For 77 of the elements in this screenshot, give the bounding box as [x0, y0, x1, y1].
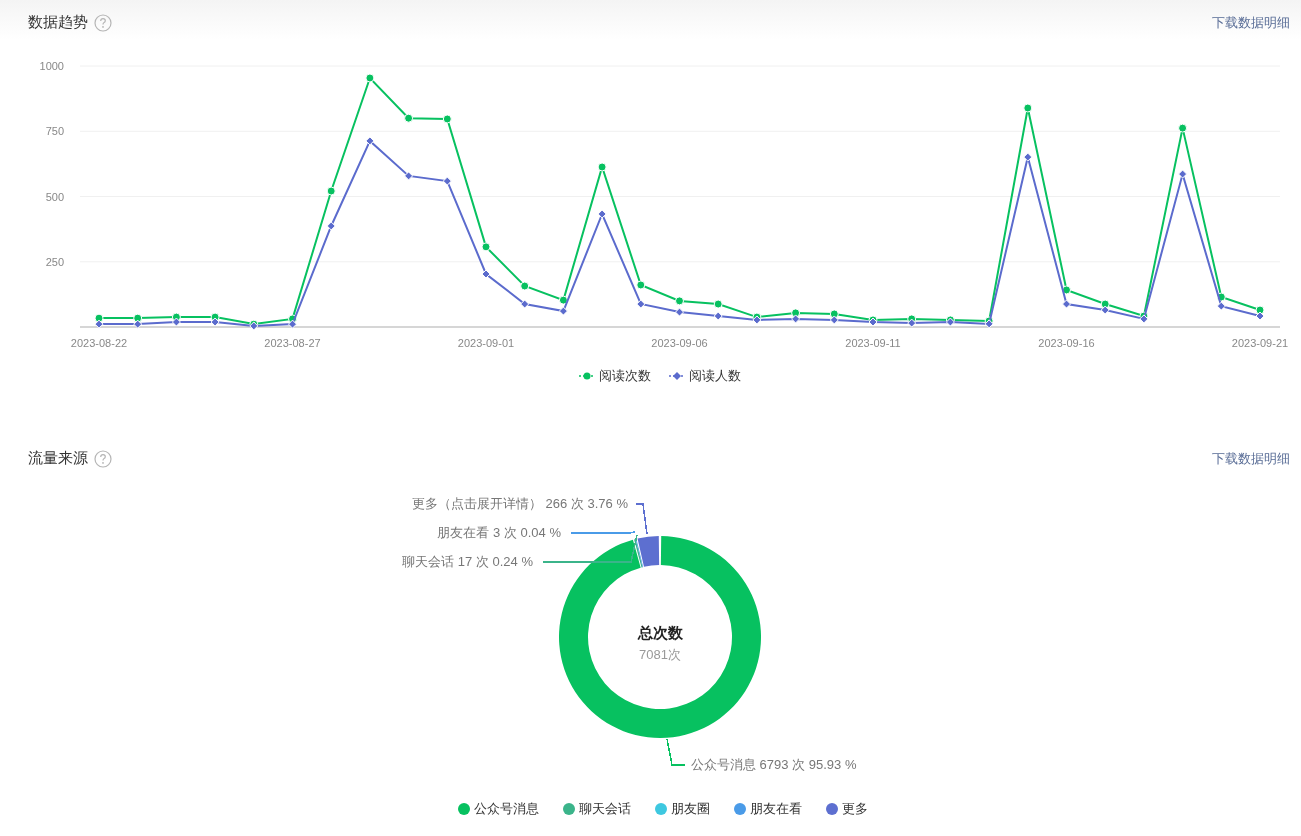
diamond-data-point [791, 314, 801, 324]
legend-label[interactable]: 朋友在看 [749, 800, 802, 818]
diamond-data-point [713, 311, 723, 321]
slice-label: 更多（点击展开详情） 266 次 3.76 % [412, 496, 628, 511]
circle-data-point [94, 313, 104, 323]
legend-marker-icon [668, 371, 685, 381]
y-tick-label: 750 [45, 125, 64, 138]
circle-data-point [365, 73, 375, 83]
x-tick-label: 2023-09-01 [457, 337, 515, 349]
circle-data-point [404, 113, 414, 123]
circle-data-point [520, 281, 530, 291]
circle-data-point [1178, 123, 1188, 133]
diamond-data-point [442, 176, 452, 186]
legend-marker-icon [578, 371, 595, 381]
donut-slice[interactable] [559, 536, 761, 738]
legend-label[interactable]: 公众号消息 [473, 800, 539, 818]
y-tick-label: 500 [45, 190, 64, 203]
section-title: 流量来源 [28, 449, 88, 468]
diamond-data-point [558, 306, 568, 316]
circle-data-point [558, 295, 568, 305]
circle-data-point [675, 296, 684, 306]
y-tick-label: 1000 [39, 60, 64, 72]
diamond-data-point [1255, 311, 1265, 321]
diamond-data-point [907, 318, 917, 328]
x-tick-label: 2023-09-06 [651, 337, 708, 349]
diamond-data-point [171, 317, 181, 327]
circle-data-point [1062, 285, 1071, 295]
diamond-data-point [675, 307, 684, 317]
slice-label: 聊天会话 17 次 0.24 % [402, 554, 533, 569]
diamond-data-point [1023, 152, 1033, 162]
circle-data-point [481, 242, 491, 252]
diamond-data-point [326, 221, 336, 231]
download-link[interactable]: 下载数据明细 [1212, 13, 1290, 32]
thin-slices-drawing [634, 538, 644, 568]
circle-data-point [1216, 292, 1226, 302]
diamond-data-point [365, 136, 375, 146]
diamond-data-point [1178, 169, 1188, 179]
diamond-data-point [94, 319, 104, 329]
x-tick-label: 2023-08-27 [264, 337, 321, 349]
diamond-data-point [481, 269, 491, 279]
legend-label[interactable]: 朋友圈 [670, 800, 710, 818]
diamond-data-point [1100, 305, 1110, 315]
legend-label[interactable]: 更多 [841, 800, 868, 818]
section-title: 数据趋势 [28, 13, 88, 32]
diamond-data-point [133, 319, 143, 329]
diamond-data-point [404, 171, 414, 181]
diamond-data-point [597, 209, 607, 219]
diamond-data-point [210, 317, 220, 327]
diamond-data-point [636, 299, 646, 309]
slice-label: 朋友在看 3 次 0.04 % [437, 525, 561, 540]
circle-data-point [442, 114, 452, 124]
diamond-data-point [1062, 299, 1071, 309]
circle-data-point [326, 186, 336, 196]
x-tick-label: 2023-09-21 [1231, 337, 1289, 349]
diamond-data-point [1216, 301, 1226, 311]
x-tick-label: 2023-08-22 [70, 337, 128, 349]
circle-data-point [713, 299, 723, 309]
center-title: 总次数 [637, 624, 683, 641]
help-icon[interactable] [94, 449, 112, 468]
slice-label: 公众号消息 6793 次 95.93 % [691, 757, 857, 772]
x-tick-label: 2023-09-16 [1038, 337, 1095, 349]
diamond-data-point [829, 315, 839, 325]
legend-label[interactable]: 聊天会话 [578, 800, 631, 818]
download-link[interactable]: 下载数据明细 [1212, 449, 1290, 468]
donut-slice[interactable] [637, 536, 660, 567]
legend-label[interactable]: 阅读次数 [598, 367, 651, 385]
circle-data-point [1255, 305, 1265, 315]
circle-data-point [1023, 103, 1033, 113]
circle-data-point [636, 280, 646, 290]
center-value: 7081次 [639, 647, 681, 662]
diamond-data-point [520, 299, 530, 309]
diamond-data-point [288, 319, 297, 329]
legend-label[interactable]: 阅读人数 [688, 367, 741, 385]
help-icon[interactable] [94, 13, 112, 32]
circle-data-point [597, 162, 607, 172]
y-tick-label: 250 [45, 255, 64, 268]
x-tick-label: 2023-09-11 [845, 337, 901, 349]
